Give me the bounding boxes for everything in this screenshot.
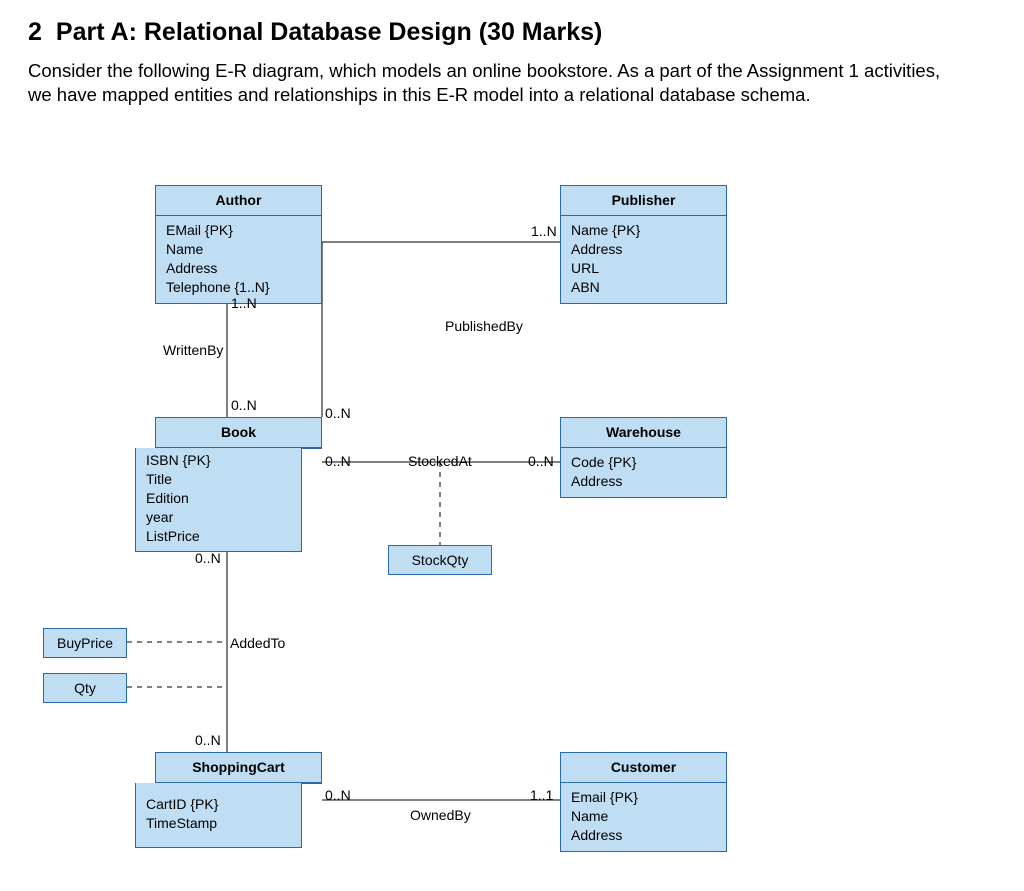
- section-title: Part A: Relational Database Design (30 M…: [56, 18, 602, 46]
- entity-book-body: ISBN {PK} Title Edition year ListPrice: [135, 448, 302, 552]
- card-cart-top: 0..N: [195, 732, 221, 748]
- card-publisher-left: 1..N: [531, 223, 557, 239]
- card-customer-left: 1..1: [530, 787, 553, 803]
- card-book-right-mid: 0..N: [325, 453, 351, 469]
- entity-publisher-attrs: Name {PK} Address URL ABN: [561, 216, 726, 303]
- section-heading: 2 Part A: Relational Database Design (30 …: [0, 0, 1024, 55]
- entity-publisher-title: Publisher: [561, 186, 726, 216]
- intro-paragraph: Consider the following E-R diagram, whic…: [0, 55, 1024, 107]
- rel-ownedby: OwnedBy: [410, 807, 471, 823]
- card-book-bottom: 0..N: [195, 550, 221, 566]
- er-diagram: Author EMail {PK} Name Address Telephone…: [0, 170, 1024, 891]
- rel-publishedby: PublishedBy: [445, 318, 523, 334]
- card-warehouse-left: 0..N: [528, 453, 554, 469]
- card-book-top: 0..N: [231, 397, 257, 413]
- entity-warehouse-title: Warehouse: [561, 418, 726, 448]
- entity-warehouse: Warehouse Code {PK} Address: [560, 417, 727, 498]
- section-number: 2: [28, 18, 42, 46]
- entity-shoppingcart-title: ShoppingCart: [156, 753, 321, 783]
- card-author-bottom: 1..N: [231, 295, 257, 311]
- entity-customer-attrs: Email {PK} Name Address: [561, 783, 726, 851]
- entity-author: Author EMail {PK} Name Address Telephone…: [155, 185, 322, 304]
- entity-book-attrs: ISBN {PK} Title Edition year ListPrice: [136, 448, 301, 551]
- entity-book-title: Book: [156, 418, 321, 448]
- entity-author-title: Author: [156, 186, 321, 216]
- rel-writtenby: WrittenBy: [163, 342, 223, 358]
- attr-qty: Qty: [43, 673, 127, 703]
- entity-publisher: Publisher Name {PK} Address URL ABN: [560, 185, 727, 304]
- entity-shoppingcart-attrs: CartID {PK} TimeStamp: [136, 783, 301, 847]
- entity-customer: Customer Email {PK} Name Address: [560, 752, 727, 852]
- card-book-right-top: 0..N: [325, 405, 351, 421]
- card-cart-right: 0..N: [325, 787, 351, 803]
- rel-stockedat: StockedAt: [408, 453, 472, 469]
- attr-stockqty: StockQty: [388, 545, 492, 575]
- attr-buyprice: BuyPrice: [43, 628, 127, 658]
- entity-customer-title: Customer: [561, 753, 726, 783]
- entity-author-attrs: EMail {PK} Name Address Telephone {1..N}: [156, 216, 321, 303]
- entity-warehouse-attrs: Code {PK} Address: [561, 448, 726, 497]
- entity-book: Book: [155, 417, 322, 449]
- entity-shoppingcart: ShoppingCart: [155, 752, 322, 784]
- entity-shoppingcart-body: CartID {PK} TimeStamp: [135, 783, 302, 848]
- rel-addedto: AddedTo: [230, 635, 285, 651]
